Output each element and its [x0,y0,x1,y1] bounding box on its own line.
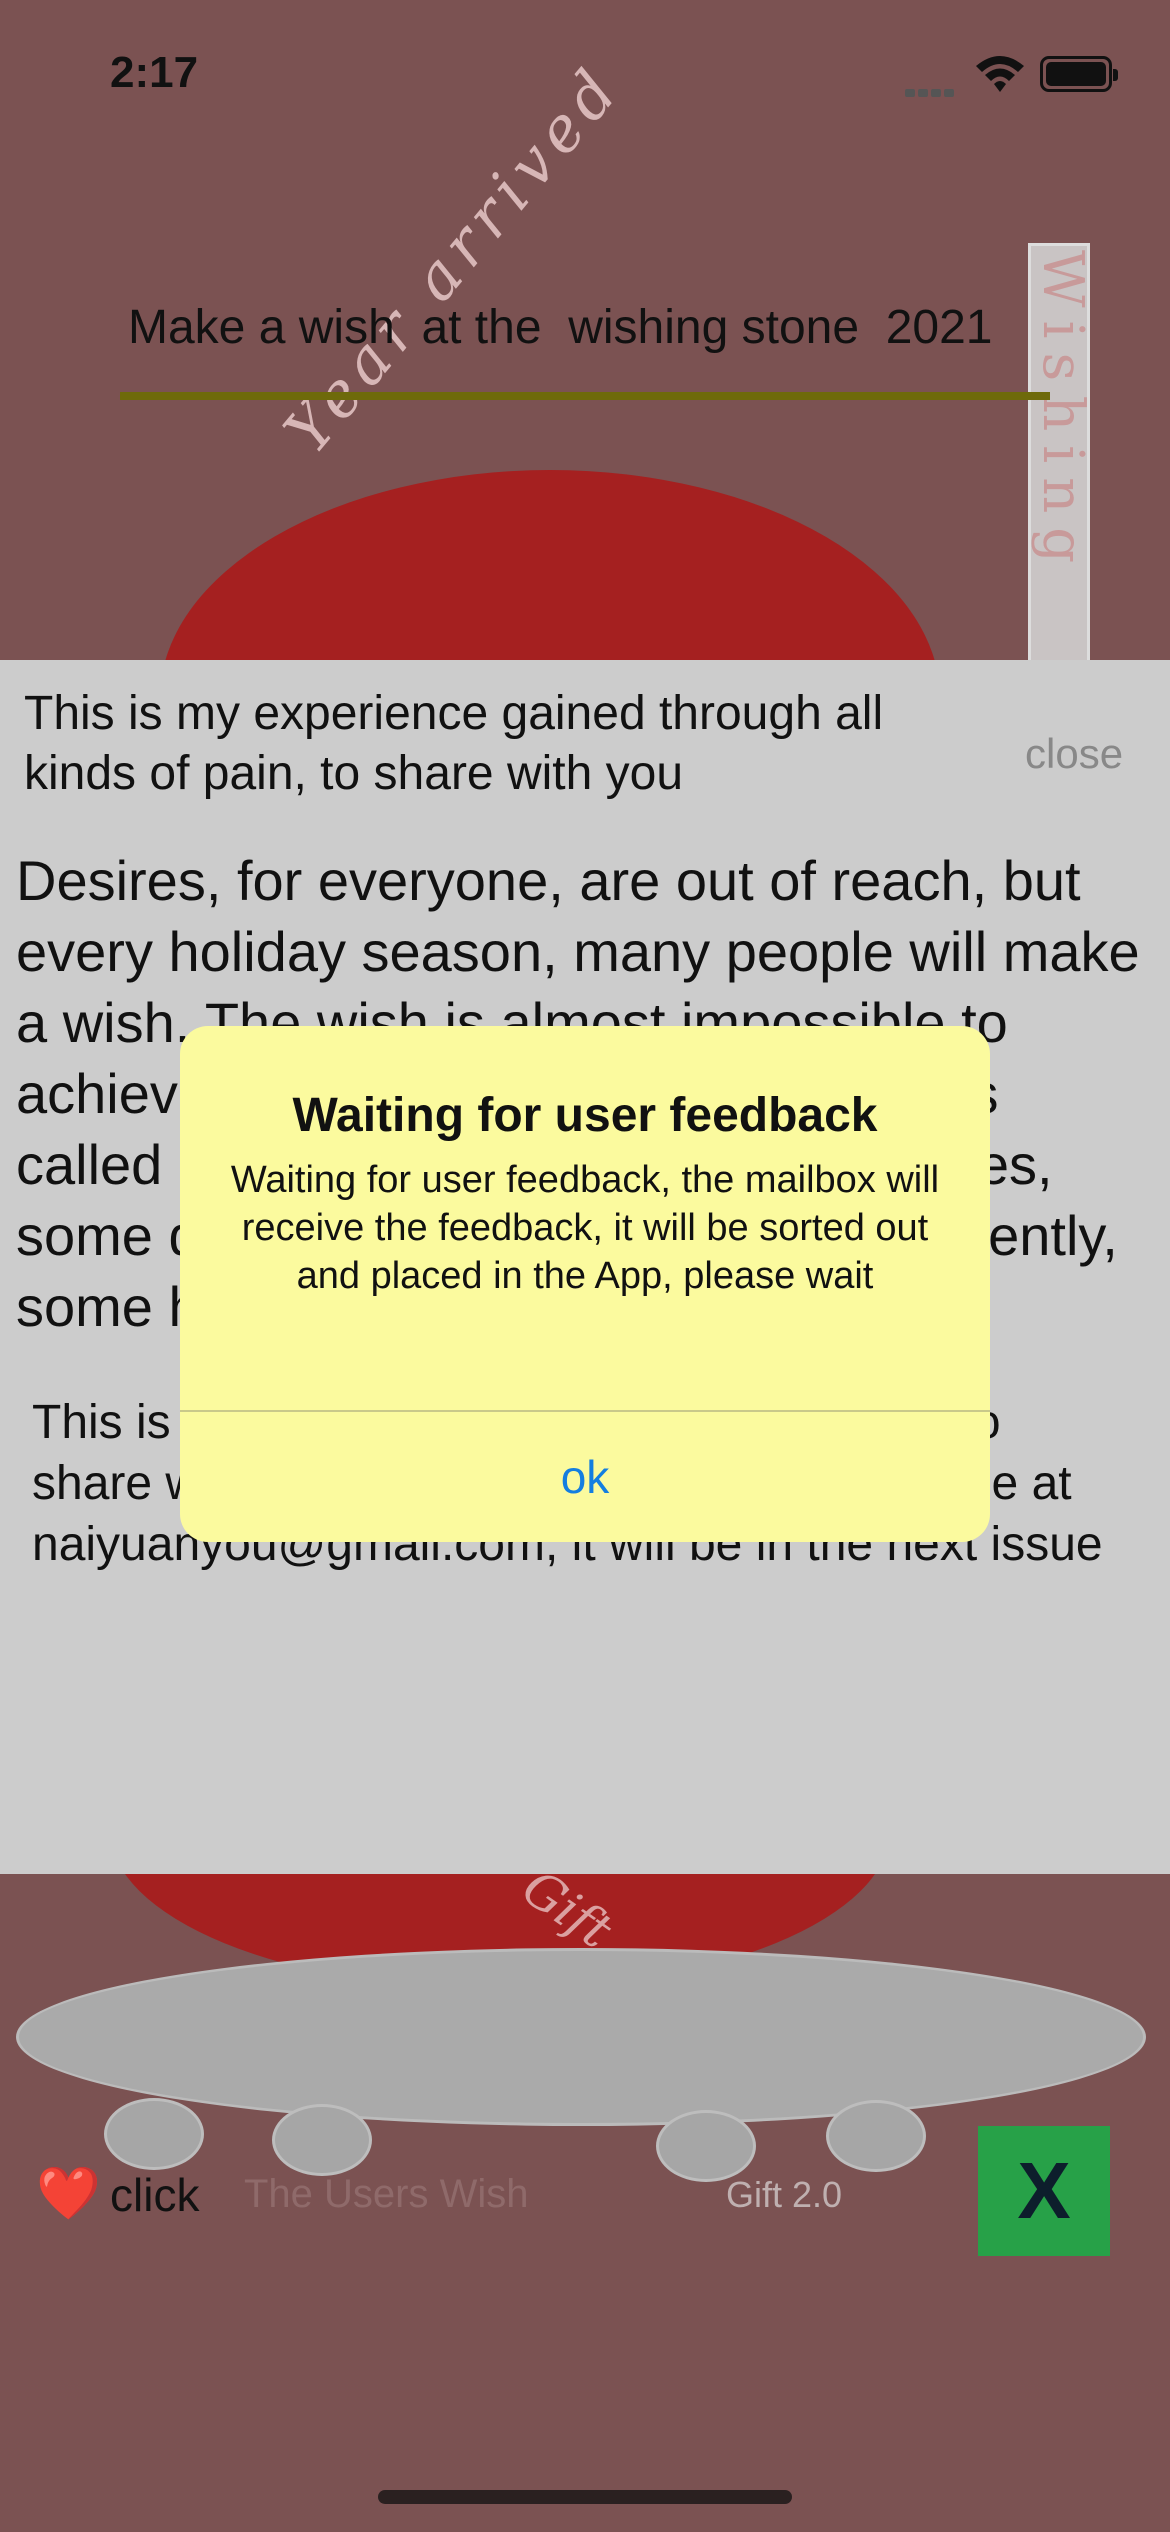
alert-dialog: Waiting for user feedback Waiting for us… [180,1026,990,1542]
alert-title: Waiting for user feedback [292,1089,878,1142]
home-indicator[interactable] [378,2490,792,2504]
alert-message: Waiting for user feedback, the mailbox w… [230,1159,940,1297]
alert-ok-button[interactable]: ok [180,1412,990,1542]
